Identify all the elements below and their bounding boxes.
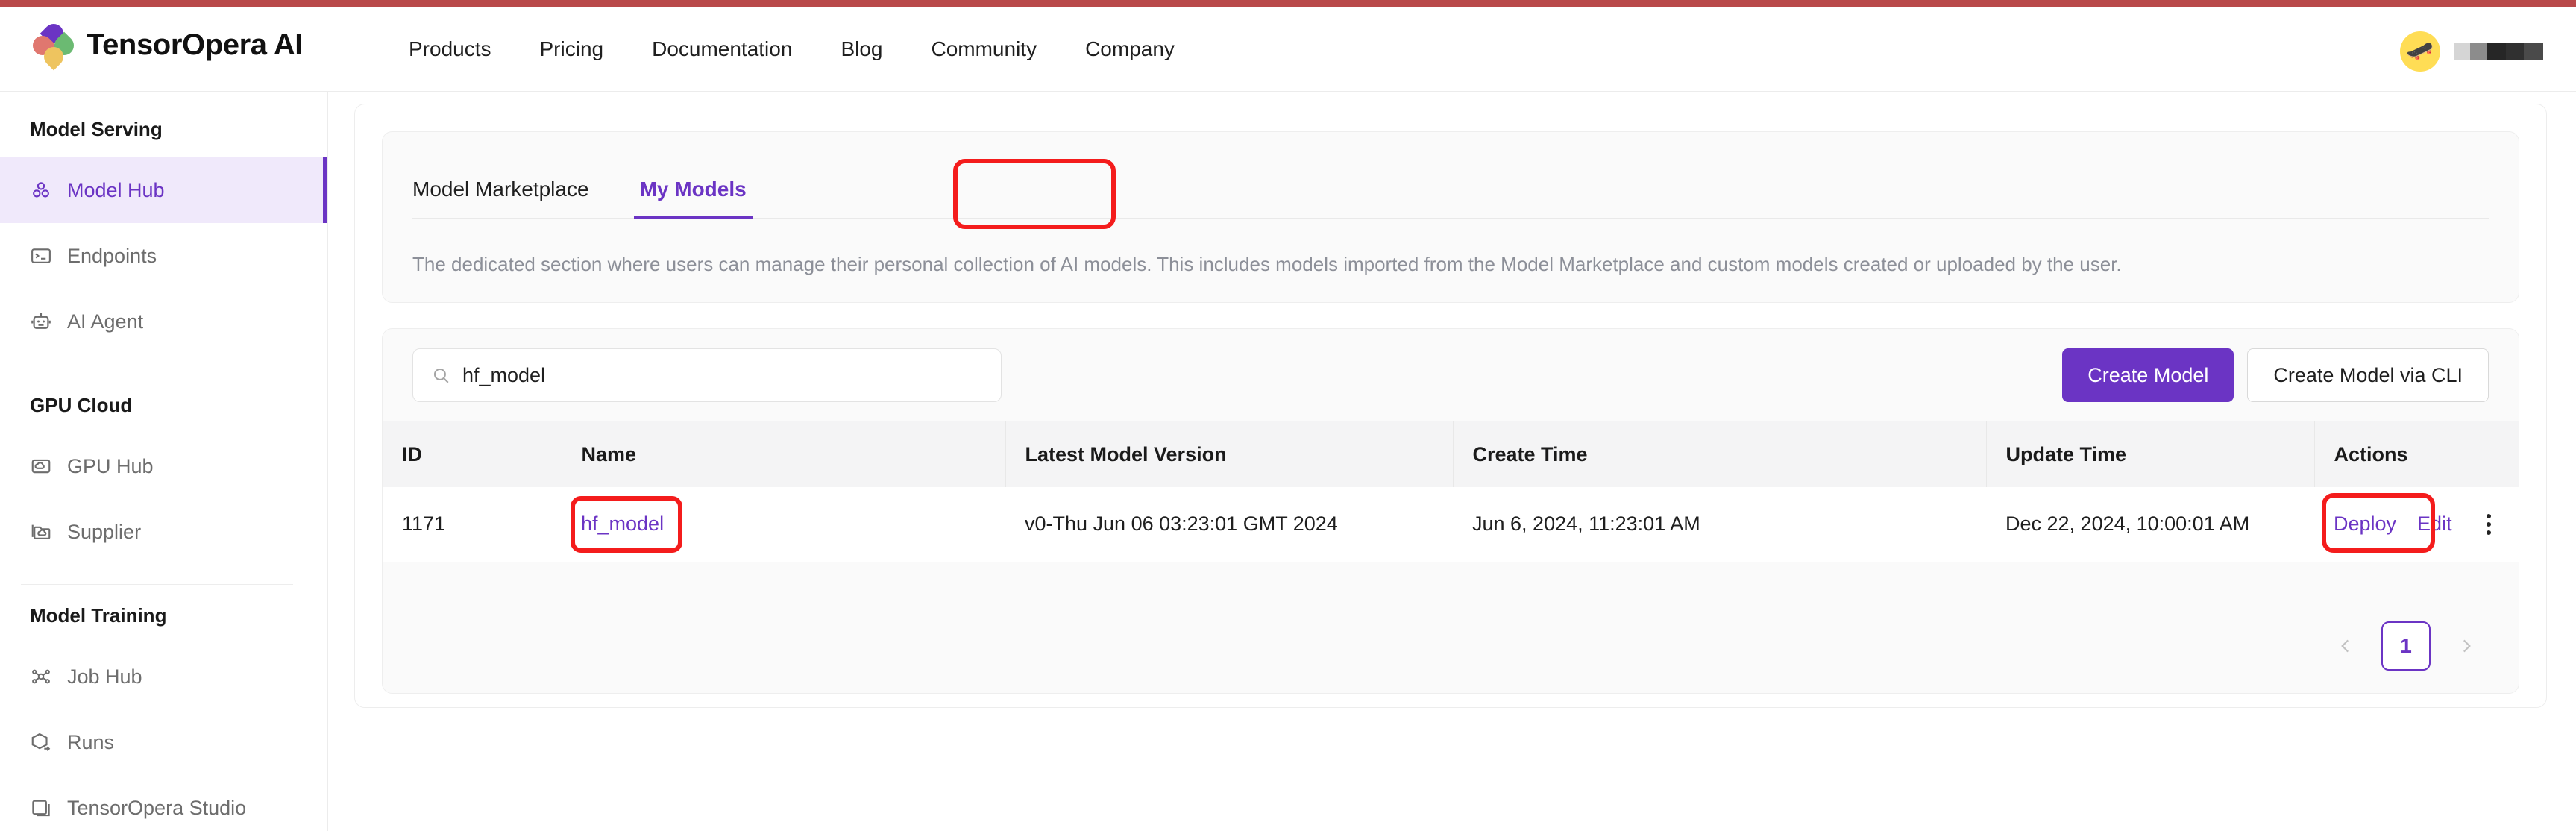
table-action-buttons: Create Model Create Model via CLI <box>2062 348 2489 402</box>
search-input[interactable]: hf_model <box>412 348 1002 402</box>
terminal-icon <box>30 245 52 267</box>
sidebar-item-supplier[interactable]: Supplier <box>0 499 327 565</box>
table-toolbar: hf_model Create Model Create Model via C… <box>383 329 2519 421</box>
column-header-actions: Actions <box>2314 421 2519 487</box>
column-header-id[interactable]: ID <box>383 421 562 487</box>
tensoropera-logo-icon <box>28 19 78 71</box>
cell-actions: Deploy Edit <box>2314 487 2519 562</box>
sidebar-item-tensoropera-studio[interactable]: TensorOpera Studio <box>0 775 327 831</box>
sidebar-group-title-model-serving: Model Serving <box>30 118 163 140</box>
nav-item-community[interactable]: Community <box>931 37 1037 61</box>
create-model-via-cli-button[interactable]: Create Model via CLI <box>2247 348 2489 402</box>
column-header-update-time[interactable]: Update Time <box>1986 421 2315 487</box>
sidebar-item-model-hub[interactable]: Model Hub <box>0 157 327 223</box>
tab-model-marketplace[interactable]: Model Marketplace <box>412 178 615 218</box>
deploy-button[interactable]: Deploy <box>2334 512 2396 536</box>
sidebar-item-label: TensorOpera Studio <box>67 796 247 819</box>
table-header: ID Name Latest Model Version Create Time… <box>383 421 2519 487</box>
nodes-icon <box>30 665 52 688</box>
user-area[interactable]: 🛹 <box>2400 31 2543 72</box>
intro-panel: Model Marketplace My Models The dedicate… <box>382 131 2519 303</box>
cell-update-time: Dec 22, 2024, 10:00:01 AM <box>1986 487 2314 562</box>
sidebar-item-gpu-hub[interactable]: GPU Hub <box>0 433 327 499</box>
column-header-create-time[interactable]: Create Time <box>1453 421 1987 487</box>
nav-item-company[interactable]: Company <box>1085 37 1175 61</box>
table-header-row: ID Name Latest Model Version Create Time… <box>383 421 2519 487</box>
main-content: Model Marketplace My Models The dedicate… <box>328 92 2576 831</box>
create-model-button[interactable]: Create Model <box>2062 348 2234 402</box>
cubes-icon <box>30 179 52 201</box>
page-description: The dedicated section where users can ma… <box>412 253 2122 275</box>
cell-id: 1171 <box>383 487 562 562</box>
sidebar-item-label: GPU Hub <box>67 454 154 477</box>
sidebar-item-label: Supplier <box>67 520 142 543</box>
models-table-panel: hf_model Create Model Create Model via C… <box>382 328 2519 694</box>
app-header: TensorOpera AI Products Pricing Document… <box>0 7 2576 92</box>
username-redacted <box>2454 43 2543 60</box>
sidebar-item-label: Job Hub <box>67 665 142 688</box>
cube-arrow-icon <box>30 731 52 753</box>
tab-my-models[interactable]: My Models <box>615 178 772 219</box>
tabs: Model Marketplace My Models <box>412 132 2489 219</box>
cell-name: hf_model <box>562 487 1005 562</box>
brand-name: TensorOpera AI <box>87 28 304 61</box>
cell-create-time: Jun 6, 2024, 11:23:01 AM <box>1453 487 1986 562</box>
sidebar-item-label: Model Hub <box>67 178 165 201</box>
sidebar-item-runs[interactable]: Runs <box>0 709 327 775</box>
sidebar-item-label: Runs <box>67 730 115 753</box>
column-header-latest-model-version[interactable]: Latest Model Version <box>1005 421 1454 487</box>
top-accent-bar <box>0 0 2576 7</box>
nav-item-blog[interactable]: Blog <box>841 37 882 61</box>
sidebar-item-label: Endpoints <box>67 244 157 267</box>
model-name-link[interactable]: hf_model <box>581 512 664 535</box>
edit-button[interactable]: Edit <box>2417 512 2452 536</box>
folders-icon <box>30 521 52 543</box>
sidebar-item-endpoints[interactable]: Endpoints <box>0 223 327 289</box>
table-row: 1171 hf_model v0-Thu Jun 06 03:23:01 GMT… <box>383 487 2519 562</box>
page-card: Model Marketplace My Models The dedicate… <box>354 104 2547 708</box>
sidebar-item-job-hub[interactable]: Job Hub <box>0 644 327 709</box>
sidebar: Model Serving Model Hub Endpoints AI Age… <box>0 92 328 831</box>
search-icon <box>431 366 450 385</box>
pagination-next-button[interactable] <box>2450 630 2483 662</box>
pagination-page-1[interactable]: 1 <box>2381 621 2431 671</box>
sidebar-item-label: AI Agent <box>67 310 144 333</box>
avatar[interactable]: 🛹 <box>2400 31 2440 72</box>
sidebar-group-title-gpu-cloud: GPU Cloud <box>30 394 133 416</box>
search-input-value: hf_model <box>462 363 546 386</box>
more-options-icon[interactable] <box>2486 513 2491 535</box>
cloud-box-icon <box>30 455 52 477</box>
models-table: ID Name Latest Model Version Create Time… <box>383 421 2519 562</box>
robot-icon <box>30 310 52 333</box>
cell-latest-model-version: v0-Thu Jun 06 03:23:01 GMT 2024 <box>1005 487 1453 562</box>
column-header-name[interactable]: Name <box>562 421 1006 487</box>
sidebar-divider-2 <box>21 584 293 585</box>
nav-item-products[interactable]: Products <box>409 37 491 61</box>
nav-item-documentation[interactable]: Documentation <box>652 37 792 61</box>
sidebar-group-title-model-training: Model Training <box>30 604 167 627</box>
sidebar-item-ai-agent[interactable]: AI Agent <box>0 289 327 354</box>
table-body: 1171 hf_model v0-Thu Jun 06 03:23:01 GMT… <box>383 487 2519 562</box>
nav-item-pricing[interactable]: Pricing <box>540 37 604 61</box>
main-nav: Products Pricing Documentation Blog Comm… <box>409 37 1175 61</box>
pagination-prev-button[interactable] <box>2329 630 2362 662</box>
brand[interactable]: TensorOpera AI <box>28 19 304 71</box>
studio-icon <box>30 797 52 819</box>
pagination: 1 <box>2329 621 2483 671</box>
